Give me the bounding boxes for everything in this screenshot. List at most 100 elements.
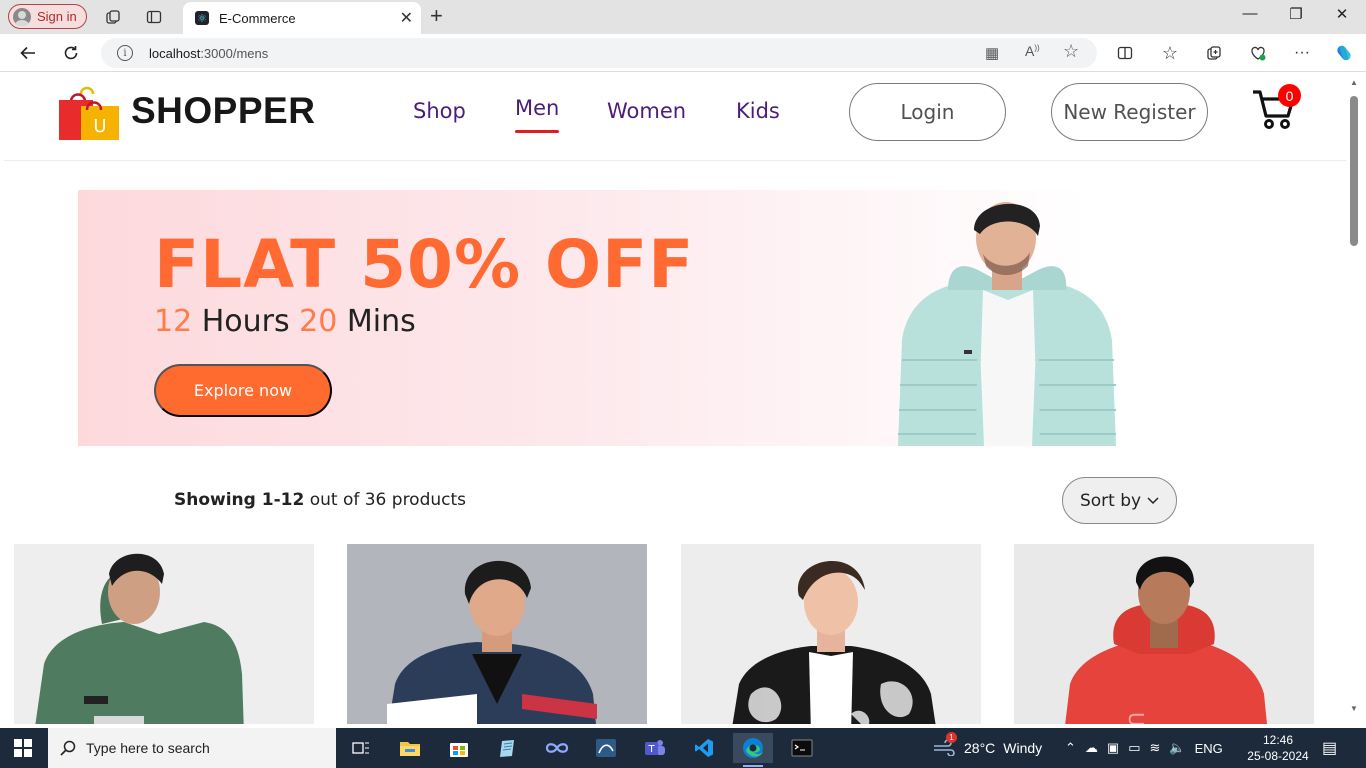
taskbar-search-box[interactable]: Type here to search [48, 728, 336, 768]
teams-icon[interactable]: T [635, 733, 675, 763]
clock-time: 12:46 [1262, 733, 1294, 747]
page-scrollbar[interactable]: ▲ ▼ [1346, 72, 1366, 724]
explore-now-button[interactable]: Explore now [154, 364, 332, 417]
scroll-up-icon[interactable]: ▲ [1350, 78, 1358, 87]
login-button[interactable]: Login [849, 83, 1006, 141]
cart-count-badge: 0 [1278, 84, 1301, 107]
weather-widget[interactable]: 1 28°C Windy [932, 728, 1042, 768]
microsoft-store-icon[interactable] [439, 733, 479, 763]
site-navbar: U SHOPPER Shop Men Women Kids Login New … [4, 72, 1346, 161]
temperature: 28°C [964, 740, 996, 756]
infinity-app-icon[interactable] [537, 733, 577, 763]
windows-start-icon[interactable] [14, 739, 32, 757]
mysql-workbench-icon[interactable] [586, 733, 626, 763]
file-explorer-icon[interactable] [390, 733, 430, 763]
nav-link-kids[interactable]: Kids [736, 99, 780, 123]
edge-browser-icon[interactable] [733, 733, 773, 767]
register-button[interactable]: New Register [1051, 83, 1208, 141]
restore-icon[interactable]: ❐ [1282, 5, 1310, 23]
url-path: :3000/mens [200, 45, 269, 61]
product-card[interactable]: UR [1014, 544, 1314, 724]
hours-label: Hours [201, 304, 290, 339]
product-card[interactable] [347, 544, 647, 724]
sort-by-label: Sort by [1079, 490, 1142, 511]
weather-alert-badge: 1 [946, 731, 957, 743]
minimize-icon[interactable]: — [1236, 5, 1264, 22]
mins-label: Mins [346, 304, 416, 339]
copilot-icon[interactable] [1330, 39, 1358, 67]
product-card[interactable] [681, 544, 981, 724]
read-aloud-icon[interactable]: A)) [1025, 43, 1040, 59]
profile-avatar-icon [13, 7, 31, 26]
sort-by-dropdown[interactable]: Sort by [1062, 477, 1177, 524]
split-screen-icon[interactable] [1111, 39, 1139, 67]
svg-text:UR: UR [1124, 712, 1148, 724]
product-image [681, 544, 981, 724]
nav-link-men[interactable]: Men [515, 96, 560, 133]
star-icon[interactable]: ☆ [1063, 41, 1079, 62]
refresh-icon[interactable] [57, 39, 85, 67]
windows-taskbar: Type here to search T 1 28°C Windy ⌃ ☁ ▣… [0, 728, 1366, 768]
address-bar[interactable]: i localhost:3000/mens ▦ A)) ☆ [101, 38, 1097, 68]
tab-actions-icon[interactable] [140, 3, 168, 31]
hero-model-image [888, 190, 1128, 446]
active-app-indicator [743, 765, 763, 767]
app-available-icon[interactable]: ▦ [985, 44, 999, 62]
terminal-icon[interactable] [782, 733, 822, 763]
countdown-timer: 12 Hours 20 Mins [154, 304, 416, 339]
results-count: Showing 1-12 out of 36 products [174, 490, 466, 510]
nav-link-women[interactable]: Women [607, 99, 686, 123]
onedrive-icon[interactable]: ☁ [1085, 740, 1098, 756]
product-card[interactable] [14, 544, 314, 724]
search-icon [60, 740, 76, 756]
battery-icon[interactable]: ▭ [1128, 740, 1140, 756]
chevron-down-icon [1147, 496, 1159, 504]
browser-tab-bar: Sign in ⚛ E-Commerce ✕ + — ❐ ✕ [0, 0, 1366, 34]
svg-text:T: T [647, 744, 655, 755]
system-clock[interactable]: 12:46 25-08-2024 [1238, 732, 1318, 764]
close-tab-icon[interactable]: ✕ [400, 8, 413, 28]
scroll-down-icon[interactable]: ▼ [1350, 704, 1358, 713]
volume-icon[interactable]: 🔈 [1169, 740, 1185, 756]
clock-date: 25-08-2024 [1247, 749, 1309, 763]
task-view-icon[interactable] [341, 733, 381, 763]
logo-letter: U [93, 116, 106, 137]
product-image: UR [1014, 544, 1314, 724]
weather-condition: Windy [1003, 740, 1043, 756]
results-total: out of 36 products [309, 490, 467, 510]
tab-ecommerce[interactable]: ⚛ E-Commerce ✕ [183, 2, 421, 34]
chevron-up-icon[interactable]: ⌃ [1065, 740, 1076, 756]
settings-menu-icon[interactable]: ··· [1288, 39, 1316, 67]
banner-headline: FLAT 50% OFF [154, 226, 695, 303]
info-icon[interactable]: i [117, 45, 133, 61]
new-tab-icon[interactable]: + [430, 3, 443, 29]
wifi-icon[interactable]: ≋ [1150, 740, 1161, 756]
signin-label: Sign in [37, 9, 77, 24]
shopper-logo-icon[interactable]: U [59, 84, 119, 140]
language-indicator[interactable]: ENG [1195, 741, 1223, 756]
close-window-icon[interactable]: ✕ [1328, 5, 1356, 23]
notepad-app-icon[interactable] [488, 733, 528, 763]
workspaces-icon[interactable] [99, 3, 127, 31]
react-favicon-icon: ⚛ [195, 11, 209, 25]
brand-name[interactable]: SHOPPER [131, 90, 315, 132]
tab-title: E-Commerce [219, 10, 296, 26]
results-range: Showing 1-12 [174, 490, 305, 510]
scrollbar-thumb[interactable] [1350, 96, 1358, 246]
nav-link-shop[interactable]: Shop [413, 99, 466, 123]
browser-essentials-icon[interactable] [1244, 39, 1272, 67]
favorites-icon[interactable]: ☆ [1156, 39, 1184, 67]
collections-icon[interactable] [1200, 39, 1228, 67]
profile-signin-button[interactable]: Sign in [8, 4, 87, 29]
vscode-icon[interactable] [684, 733, 724, 763]
url-host: localhost [149, 45, 201, 61]
page-content: U SHOPPER Shop Men Women Kids Login New … [4, 72, 1346, 724]
browser-toolbar: i localhost:3000/mens ▦ A)) ☆ ☆ ··· [0, 34, 1366, 72]
meet-now-icon[interactable]: ▣ [1107, 740, 1119, 756]
product-image [347, 544, 647, 724]
product-image [14, 544, 314, 724]
back-icon[interactable] [14, 39, 42, 67]
notification-center-icon[interactable]: ▤ [1322, 738, 1337, 758]
system-tray: ⌃ ☁ ▣ ▭ ≋ 🔈 ENG [1065, 728, 1223, 768]
taskbar-search-placeholder: Type here to search [86, 740, 210, 756]
